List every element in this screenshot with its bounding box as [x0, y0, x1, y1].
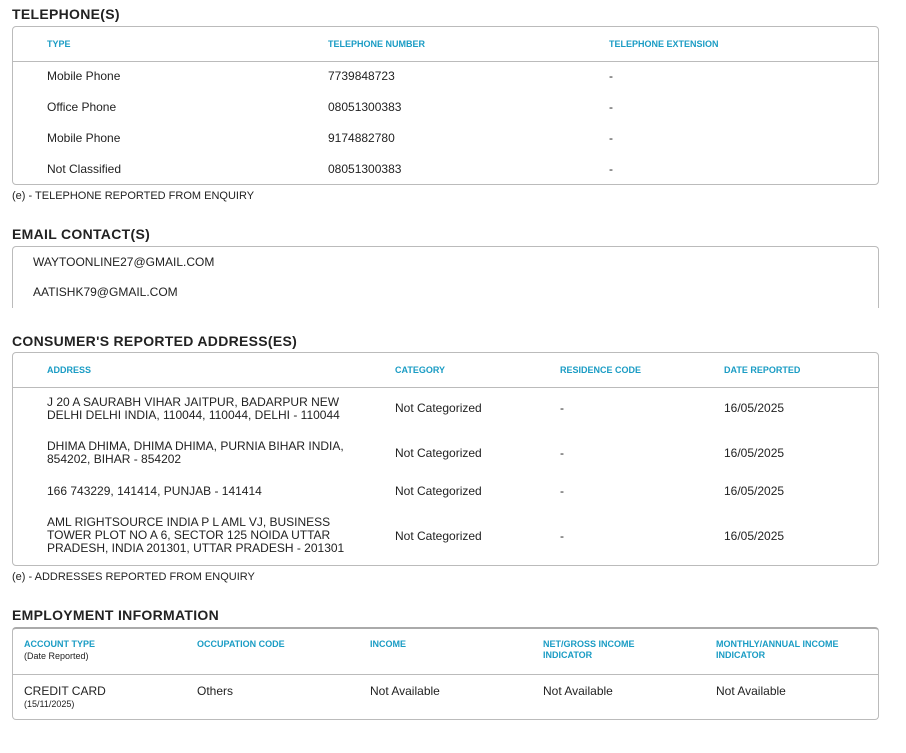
category: Not Categorized — [395, 446, 482, 460]
account-type: CREDIT CARD (15/11/2025) — [24, 685, 106, 710]
residence-code: - — [560, 446, 564, 460]
residence-code: - — [560, 401, 564, 415]
table-header: ADDRESS CATEGORY RESIDENCE CODE DATE REP… — [13, 353, 878, 388]
date-reported: 16/05/2025 — [724, 529, 785, 543]
income: Not Available — [370, 684, 440, 698]
date-reported-value: (15/11/2025) — [24, 699, 75, 709]
address: DHIMA DHIMA, DHIMA DHIMA, PURNIA BIHAR I… — [47, 439, 344, 466]
telephones-table: TYPE TELEPHONE NUMBER TELEPHONE EXTENSIO… — [12, 26, 879, 185]
category: Not Categorized — [395, 484, 482, 498]
addresses-title: CONSUMER'S REPORTED ADDRESS(ES) — [12, 333, 298, 349]
col-income: INCOME — [370, 639, 406, 649]
category: Not Categorized — [395, 529, 482, 543]
account-type-value: CREDIT CARD — [24, 684, 106, 698]
date-reported: 16/05/2025 — [724, 446, 785, 460]
addresses-note: (e) - ADDRESSES REPORTED FROM ENQUIRY — [12, 571, 255, 583]
email-item: WAYTOONLINE27@GMAIL.COM — [33, 255, 215, 269]
emails-title: EMAIL CONTACT(S) — [12, 226, 151, 242]
emails-box: WAYTOONLINE27@GMAIL.COM AATISHK79@GMAIL.… — [12, 246, 879, 316]
phone-number: 7739848723 — [328, 69, 395, 83]
addresses-table: ADDRESS CATEGORY RESIDENCE CODE DATE REP… — [12, 352, 879, 566]
phone-extension: - — [609, 162, 613, 176]
col-address: ADDRESS — [47, 365, 92, 375]
email-item: AATISHK79@GMAIL.COM — [33, 285, 178, 299]
address: J 20 A SAURABH VIHAR JAITPUR, BADARPUR N… — [47, 395, 340, 422]
col-number: TELEPHONE NUMBER — [328, 39, 426, 49]
phone-number: 08051300383 — [328, 162, 402, 176]
phone-extension: - — [609, 100, 613, 114]
phone-type: Office Phone — [47, 100, 117, 114]
address: 166 743229, 141414, PUNJAB - 141414 — [47, 484, 262, 498]
phone-type: Mobile Phone — [47, 69, 121, 83]
occupation: Others — [197, 684, 234, 698]
net-gross: Not Available — [543, 684, 613, 698]
residence-code: - — [560, 529, 564, 543]
date-reported: 16/05/2025 — [724, 484, 785, 498]
col-net-gross: NET/GROSS INCOME INDICATOR — [543, 639, 635, 660]
phone-extension: - — [609, 69, 613, 83]
employment-title: EMPLOYMENT INFORMATION — [12, 607, 219, 623]
monthly-annual: Not Available — [716, 684, 786, 698]
table-header: ACCOUNT TYPE (Date Reported) OCCUPATION C… — [13, 629, 878, 675]
phone-type: Not Classified — [47, 162, 122, 176]
col-date-reported: DATE REPORTED — [724, 365, 801, 375]
phone-extension: - — [609, 131, 613, 145]
col-category: CATEGORY — [395, 365, 446, 375]
date-reported-label: (Date Reported) — [24, 651, 89, 661]
col-monthly-annual: MONTHLY/ANNUAL INCOME INDICATOR — [716, 639, 839, 660]
col-account-type: ACCOUNT TYPE (Date Reported) — [24, 639, 95, 662]
col-extension: TELEPHONE EXTENSION — [609, 39, 719, 49]
phone-number: 08051300383 — [328, 100, 402, 114]
col-residence-code: RESIDENCE CODE — [560, 365, 642, 375]
account-type-label: ACCOUNT TYPE — [24, 639, 96, 649]
telephones-title: TELEPHONE(S) — [12, 6, 120, 22]
phone-number: 9174882780 — [328, 131, 395, 145]
telephones-note: (e) - TELEPHONE REPORTED FROM ENQUIRY — [12, 190, 255, 202]
address: AML RIGHTSOURCE INDIA P L AML VJ, BUSINE… — [47, 515, 345, 555]
date-reported: 16/05/2025 — [724, 401, 785, 415]
category: Not Categorized — [395, 401, 482, 415]
employment-table: ACCOUNT TYPE (Date Reported) OCCUPATION C… — [12, 627, 879, 720]
residence-code: - — [560, 484, 564, 498]
table-header: TYPE TELEPHONE NUMBER TELEPHONE EXTENSIO… — [13, 27, 878, 62]
phone-type: Mobile Phone — [47, 131, 121, 145]
col-occupation-code: OCCUPATION CODE — [197, 639, 285, 649]
col-type: TYPE — [47, 39, 71, 49]
